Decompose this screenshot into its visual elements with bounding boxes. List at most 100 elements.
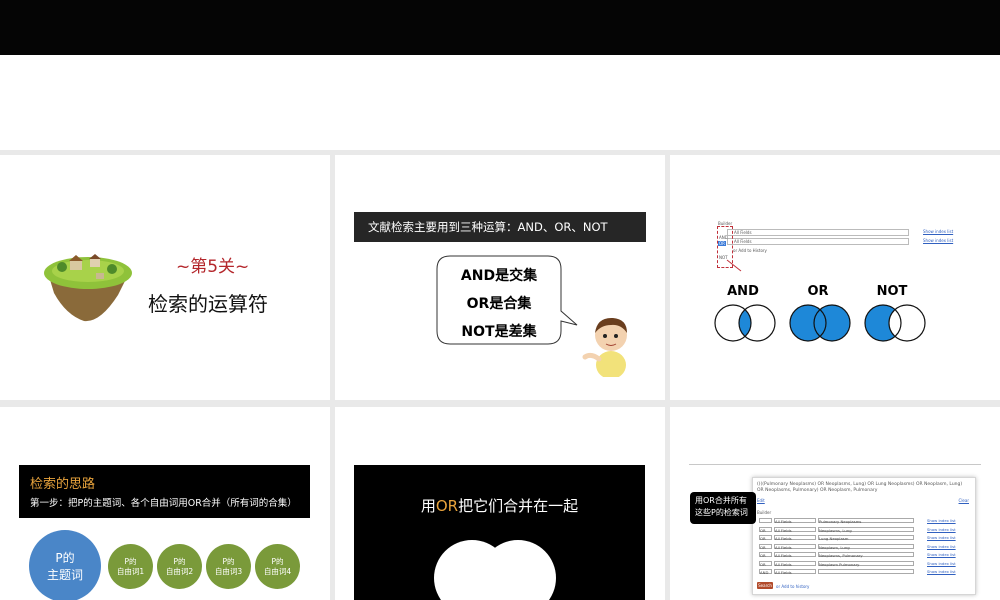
bubble-line-or: OR是合集 (466, 296, 532, 312)
field-value: All Fields (775, 561, 792, 567)
or-merge-callout: 用OR合并所有 这些P的检索词 (690, 492, 756, 524)
show-index-link-2[interactable]: Show index list (923, 238, 953, 243)
field-select[interactable]: All Fields (774, 543, 816, 550)
term-input[interactable]: Neoplasm Pulmonary (818, 560, 914, 567)
circle-line: 自由词4 (263, 566, 292, 576)
show-index-link-1[interactable]: Show index list (923, 229, 953, 234)
callout-line: 用OR合并所有 (695, 496, 747, 505)
term-value: Pulmonary Neoplasms (819, 519, 862, 524)
merge-panel: 用OR把它们合并在一起 (354, 465, 645, 600)
builder-row: OR All Fields Lung Neoplasm Show index list (759, 535, 969, 541)
field-select[interactable]: All Fields (774, 552, 816, 558)
term-value: Neoplasms, Pulmonary (819, 553, 863, 558)
field-value: All Fields (775, 527, 792, 533)
operator-value: OR (760, 536, 766, 541)
operator-select[interactable]: OR (759, 560, 772, 567)
edit-link[interactable]: Edit (757, 498, 765, 503)
builder-row: All Fields Pulmonary Neoplasms Show index … (759, 518, 969, 524)
free-word-circle-2: P的 自由词2 (157, 544, 202, 589)
operations-banner: 文献检索主要用到三种运算：AND、OR、NOT (354, 212, 646, 242)
free-word-circle-3: P的 自由词3 (206, 544, 251, 589)
arrow-icon (726, 259, 742, 272)
bubble-line-and: AND是交集 (460, 268, 538, 284)
venn-not (864, 304, 926, 342)
venn-label-and: AND (727, 284, 759, 299)
field-select[interactable]: All Fields (774, 560, 816, 567)
pubmed-advanced-search-snippet: ((((Pulmonary Neoplasms) OR Neoplasms, L… (752, 477, 976, 595)
operator-value: OR (760, 553, 766, 558)
circle-line: P的 (173, 557, 186, 567)
slide-thumbnail-3[interactable]: Builder All Fields Show index list All F… (670, 155, 1000, 400)
cartoon-boy-image (582, 317, 627, 377)
slide-thumbnail-2[interactable]: 文献检索主要用到三种运算：AND、OR、NOT AND是交集 OR是合集 NOT… (335, 155, 665, 400)
term-input[interactable] (818, 569, 914, 574)
operator-select[interactable]: OR (759, 552, 772, 558)
operator-select[interactable] (759, 518, 772, 523)
circle-line: P的 (55, 551, 75, 565)
caption-or: OR (435, 497, 459, 515)
field-select[interactable]: All Fields (774, 526, 816, 533)
term-input[interactable]: Lung Neoplasm (818, 535, 914, 541)
term-input[interactable]: Neoplasm, Lung (818, 543, 914, 550)
field-select[interactable]: All Fields (734, 239, 752, 244)
term-value: Neoplasms, Lung (819, 527, 852, 533)
field-select[interactable]: All Fields (774, 569, 816, 575)
builder-row: OR All Fields Neoplasm Pulmonary Show index… (759, 560, 969, 567)
op-option-or[interactable]: OR (718, 241, 726, 246)
field-select[interactable]: All Fields (774, 535, 816, 541)
merge-caption: 用OR把它们合并在一起 (354, 495, 645, 516)
floating-island-image (44, 254, 132, 322)
field-select[interactable]: All Fields (774, 518, 816, 524)
term-input[interactable]: Neoplasms, Lung (818, 526, 914, 533)
slide-thumbnail-6[interactable]: ((((Pulmonary Neoplasms) OR Neoplasms, L… (670, 407, 1000, 600)
add-history-link[interactable]: or Add to History (733, 248, 767, 253)
venn-or (789, 304, 851, 342)
operator-select[interactable]: AND (759, 569, 772, 575)
term-value: Neoplasm Pulmonary (819, 561, 860, 567)
show-index-list-link[interactable]: Show index list (927, 544, 956, 549)
builder-row: OR All Fields Neoplasm, Lung Show index lis… (759, 543, 969, 550)
builder-row: OR All Fields Neoplasms, Lung Show index li… (759, 526, 969, 533)
show-index-list-link[interactable]: Show index list (927, 535, 956, 540)
circle-line: P的 (124, 557, 137, 567)
operator-select[interactable]: OR (759, 543, 772, 550)
top-black-bar (0, 0, 1000, 55)
op-option-and[interactable]: AND (719, 235, 728, 240)
builder-row: OR All Fields Neoplasms, Pulmonary Show ind… (759, 552, 969, 558)
query-box[interactable]: ((((Pulmonary Neoplasms) OR Neoplasms, L… (757, 482, 969, 494)
slide-thumbnail-4[interactable]: 检索的思路 第一步：把P的主题词、各个自由词用OR合并（所有词的合集） P的 主… (0, 407, 330, 600)
show-index-list-link[interactable]: Show index list (927, 561, 956, 566)
show-index-list-link[interactable]: Show index list (927, 527, 956, 532)
field-value: All Fields (775, 536, 792, 541)
strategy-title: 检索的思路 (30, 477, 96, 492)
term-input[interactable]: Neoplasms, Pulmonary (818, 552, 914, 558)
field-value: All Fields (775, 519, 792, 524)
search-button[interactable]: Search (757, 582, 773, 589)
term-value: Neoplasm, Lung (819, 544, 850, 550)
venn-label-or: OR (807, 284, 829, 299)
show-index-list-link[interactable]: Show index list (927, 552, 956, 557)
strategy-header: 检索的思路 第一步：把P的主题词、各个自由词用OR合并（所有词的合集） (19, 465, 310, 518)
divider-line (689, 464, 981, 465)
field-select[interactable]: All Fields (734, 230, 752, 235)
show-index-list-link[interactable]: Show index list (927, 569, 956, 574)
field-value: All Fields (775, 553, 792, 558)
clear-link[interactable]: Clear (959, 498, 969, 503)
bubble-line-not: NOT是差集 (461, 324, 537, 340)
term-input[interactable]: Pulmonary Neoplasms (818, 518, 914, 524)
show-index-list-link[interactable]: Show index list (927, 518, 956, 523)
operator-select[interactable]: OR (759, 535, 772, 541)
builder-row-2: All Fields (727, 238, 909, 245)
venn-and (714, 304, 776, 342)
free-word-circle-4: P的 自由词4 (255, 544, 300, 589)
level-label: ~第5关~ (176, 257, 250, 277)
circle-line: P的 (271, 557, 284, 567)
add-to-history-link[interactable]: or Add to history (776, 584, 809, 589)
circle-line: 主题词 (46, 568, 83, 582)
slide-thumbnail-5[interactable]: 用OR把它们合并在一起 (335, 407, 665, 600)
callout-line: 这些P的检索词 (695, 508, 748, 517)
bubble-text: AND是交集 OR是合集 NOT是差集 (436, 255, 562, 345)
slide-thumbnail-1[interactable]: ~第5关~ 检索的运算符 (0, 155, 330, 400)
operator-select[interactable]: OR (759, 526, 772, 533)
caption-pre: 用 (420, 497, 436, 515)
